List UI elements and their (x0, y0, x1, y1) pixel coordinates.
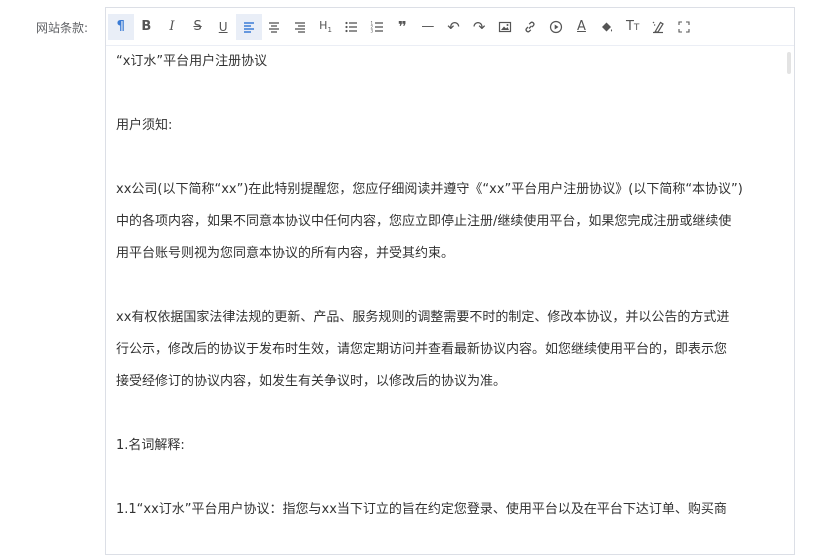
align-center-icon[interactable] (262, 14, 288, 40)
image-icon[interactable] (492, 14, 518, 40)
undo-icon[interactable]: ↶ (441, 14, 467, 40)
editor-toolbar: ¶ B I S U H1 123 ❞ — ↶ ↷ A TT (106, 8, 794, 46)
redo-icon[interactable]: ↷ (466, 14, 492, 40)
link-icon[interactable] (518, 14, 544, 40)
clear-format-icon[interactable] (645, 14, 671, 40)
paragraph-icon[interactable]: ¶ (108, 13, 134, 40)
align-right-icon[interactable] (287, 14, 313, 40)
paragraph-line: 用平台账号则视为您同意本协议的所有内容，并受其约束。 (116, 246, 455, 261)
bullet-list-icon[interactable] (338, 14, 364, 40)
terms-field-label: 网站条款: (35, 21, 88, 35)
paragraph-line: 中的各项内容，如果不同意本协议中任何内容，您应立即停止注册/继续使用平台，如果您… (116, 214, 732, 229)
paragraph-line: xx公司(以下简称“xx”)在此特别提醒您，您应仔细阅读并遵守《“xx”平台用户… (116, 182, 743, 197)
video-icon[interactable] (543, 14, 569, 40)
quote-icon[interactable]: ❞ (390, 14, 416, 40)
rich-text-editor[interactable]: ¶ B I S U H1 123 ❞ — ↶ ↷ A TT “x订水”平台用户注… (105, 7, 795, 555)
font-color-icon[interactable]: A (569, 14, 595, 40)
strikethrough-icon[interactable]: S (185, 14, 211, 40)
italic-icon[interactable]: I (159, 14, 185, 40)
paragraph-line: 行公示，修改后的协议于发布时生效，请您定期访问并查看最新协议内容。如您继续使用平… (116, 342, 728, 357)
paragraph-line: xx有权依据国家法律法规的更新、产品、服务规则的调整需要不时的制定、修改本协议，… (116, 310, 730, 325)
underline-icon[interactable]: U (210, 14, 236, 40)
editor-scrollbar[interactable] (787, 52, 791, 74)
horizontal-rule-icon[interactable]: — (415, 14, 441, 40)
background-color-icon[interactable] (594, 14, 620, 40)
section-heading: 1.名词解释: (116, 438, 185, 453)
paragraph-line: 1.1“xx订水”平台用户协议：指您与xx当下订立的旨在约定您登录、使用平台以及… (116, 502, 727, 517)
align-left-icon[interactable] (235, 13, 262, 40)
ordered-list-icon[interactable]: 123 (364, 14, 390, 40)
heading-icon[interactable]: H1 (313, 14, 339, 40)
notice-heading: 用户须知: (116, 118, 173, 133)
fullscreen-icon[interactable] (671, 14, 697, 40)
font-size-icon[interactable]: TT (620, 14, 646, 40)
agreement-title: “x订水”平台用户注册协议 (116, 54, 268, 69)
editor-content[interactable]: “x订水”平台用户注册协议 用户须知: xx公司(以下简称“xx”)在此特别提醒… (106, 46, 794, 554)
bold-icon[interactable]: B (134, 14, 160, 40)
paragraph-line: 接受经修订的协议内容，如发生有关争议时，以修改后的协议为准。 (116, 374, 507, 389)
svg-text:3: 3 (370, 28, 373, 33)
